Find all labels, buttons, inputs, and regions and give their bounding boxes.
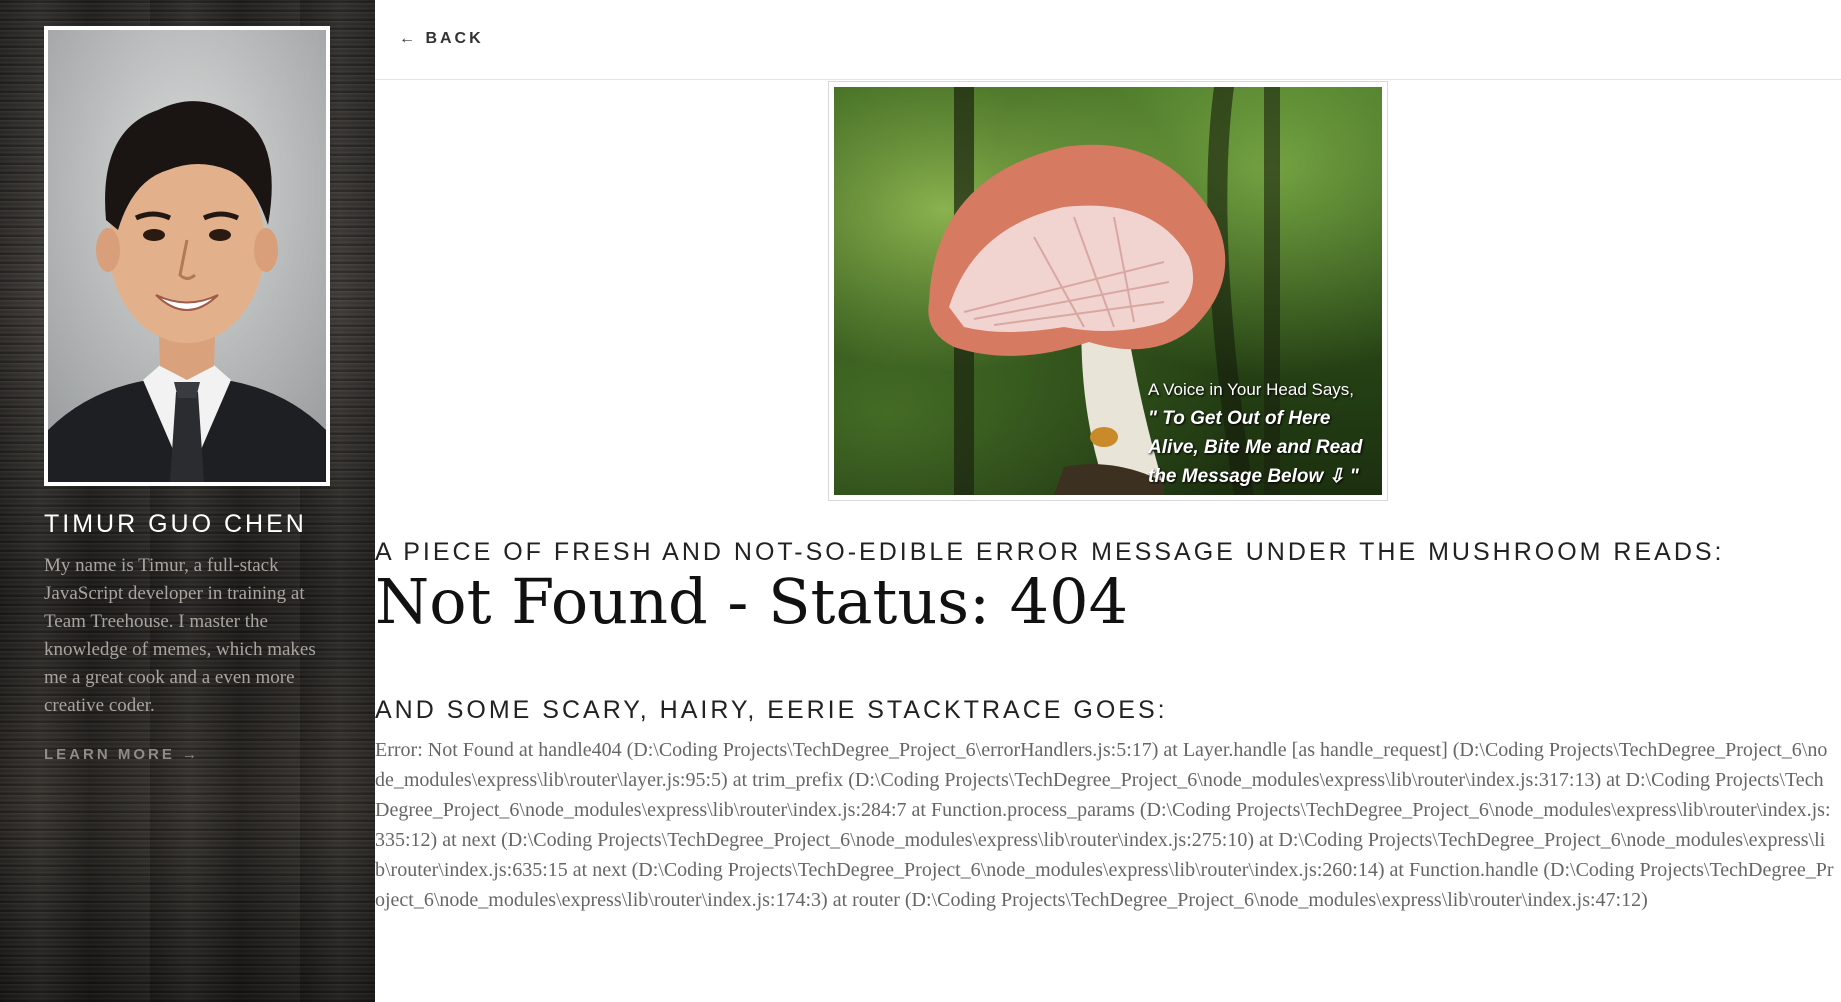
mushroom-image-frame: A Voice in Your Head Says, " To Get Out … (828, 81, 1388, 501)
back-link[interactable]: ← BACK (399, 30, 484, 48)
intro-heading: A PIECE OF FRESH AND NOT-SO-EDIBLE ERROR… (375, 538, 1725, 566)
stacktrace-text: Error: Not Found at handle404 (D:\Coding… (375, 739, 1834, 911)
author-bio: My name is Timur, a full-stack JavaScrip… (44, 555, 316, 716)
mushroom-caption: A Voice in Your Head Says, " To Get Out … (1148, 380, 1378, 491)
sidebar: TIMUR GUO CHEN My name is Timur, a full-… (0, 0, 375, 1002)
mushroom-image: A Voice in Your Head Says, " To Get Out … (834, 87, 1382, 495)
caption-line: A Voice in Your Head Says, (1148, 380, 1355, 399)
learn-more-link[interactable]: LEARN MORE → (44, 746, 200, 763)
stacktrace-heading: AND SOME SCARY, HAIRY, EERIE STACKTRACE … (375, 696, 1168, 724)
author-name: TIMUR GUO CHEN (44, 510, 307, 538)
author-photo (44, 26, 330, 486)
top-bar: ← BACK (375, 0, 1841, 80)
portrait-image (48, 30, 326, 482)
caption-quote: " To Get Out of Here Alive, Bite Me and … (1148, 408, 1363, 487)
error-title: Not Found - Status: 404 (375, 565, 1129, 638)
